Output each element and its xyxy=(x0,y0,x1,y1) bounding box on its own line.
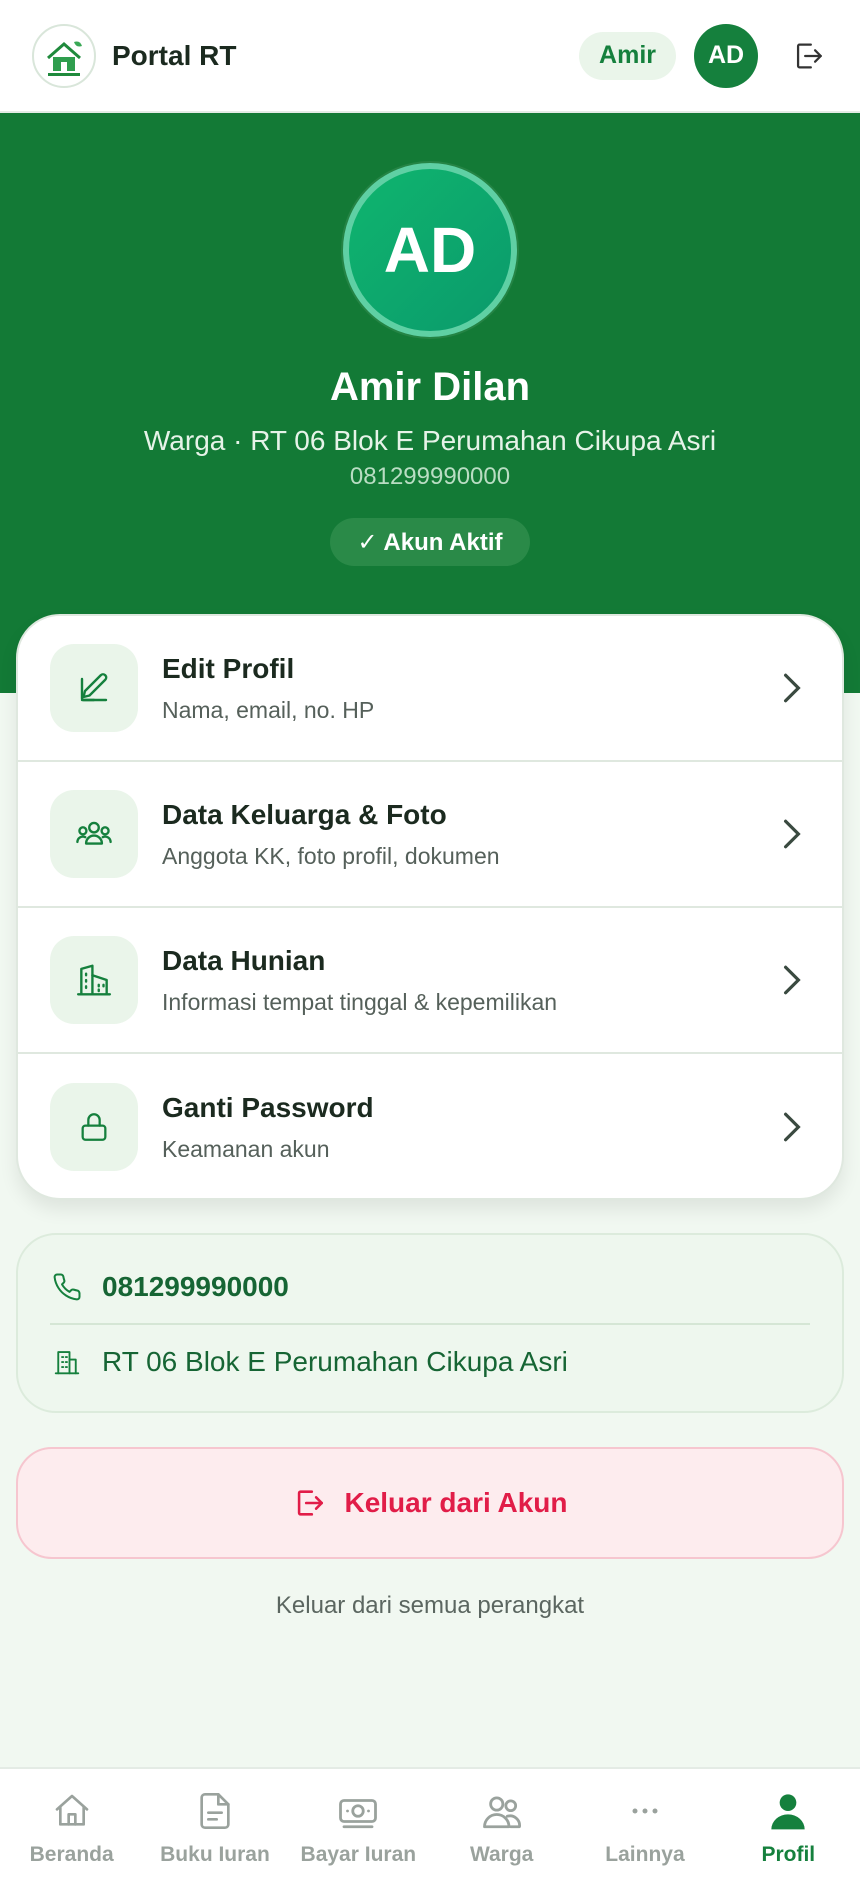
top-bar: Portal RT Amir AD xyxy=(0,0,860,113)
building-icon xyxy=(76,964,112,996)
chevron-right-icon xyxy=(784,673,801,703)
nav-label: Beranda xyxy=(29,1843,114,1866)
menu-title: Data Keluarga & Foto xyxy=(162,798,447,830)
money-icon xyxy=(339,1799,378,1829)
menu-item-family-data[interactable]: Data Keluarga & Foto Anggota KK, foto pr… xyxy=(18,762,842,908)
profile-name: Amir Dilan xyxy=(329,365,531,409)
header-avatar[interactable]: AD xyxy=(694,23,758,88)
nav-item-lainnya[interactable]: Lainnya xyxy=(573,1769,716,1880)
menu-item-edit-profile[interactable]: Edit Profil Nama, email, no. HP xyxy=(18,616,842,762)
nav-item-beranda[interactable]: Beranda xyxy=(0,1769,143,1880)
document-icon xyxy=(200,1793,230,1829)
nav-label: Lainnya xyxy=(605,1843,685,1866)
menu-description: Anggota KK, foto profil, dokumen xyxy=(162,842,500,869)
logout-label: Keluar dari Akun xyxy=(344,1487,568,1518)
chevron-right-icon xyxy=(784,819,801,849)
menu-item-change-password[interactable]: Ganti Password Keamanan akun xyxy=(18,1054,842,1198)
logo-house-icon xyxy=(38,29,90,82)
family-icon xyxy=(76,821,112,845)
app-title: Portal RT xyxy=(112,39,237,71)
user-icon xyxy=(771,1794,805,1830)
nav-item-profil[interactable]: Profil xyxy=(717,1769,860,1880)
contact-phone-row: 081299990000 xyxy=(50,1251,810,1325)
nav-item-buku-iuran[interactable]: Buku Iuran xyxy=(143,1769,286,1880)
logout-button[interactable]: Keluar dari Akun xyxy=(16,1447,844,1559)
app-logo[interactable] xyxy=(32,23,96,88)
menu-description: Keamanan akun xyxy=(162,1135,330,1162)
phone-icon xyxy=(53,1273,81,1301)
user-name-chip[interactable]: Amir xyxy=(579,31,676,80)
logout-icon xyxy=(298,1490,324,1516)
home-icon xyxy=(55,1794,88,1826)
profile-hero: AD Amir Dilan Warga · RT 06 Blok E Perum… xyxy=(0,113,860,693)
profile-phone: 081299990000 xyxy=(349,463,511,490)
nav-label: Buku Iuran xyxy=(160,1843,270,1866)
logout-icon xyxy=(796,43,822,68)
nav-item-bayar-iuran[interactable]: Bayar Iuran xyxy=(287,1769,430,1880)
menu-description: Nama, email, no. HP xyxy=(162,696,375,723)
more-icon xyxy=(632,1808,658,1814)
header-logout-button[interactable] xyxy=(788,36,828,76)
chevron-right-icon xyxy=(784,1112,801,1142)
account-status-badge: ✓ Akun Aktif xyxy=(330,518,530,566)
profile-subtitle: Warga · RT 06 Blok E Perumahan Cikupa As… xyxy=(143,425,717,456)
edit-icon xyxy=(80,673,108,702)
nav-label: Bayar Iuran xyxy=(300,1843,417,1866)
menu-description: Informasi tempat tinggal & kepemilikan xyxy=(162,988,558,1015)
menu-title: Data Hunian xyxy=(162,944,326,976)
lock-icon xyxy=(81,1113,107,1141)
building-icon xyxy=(54,1351,80,1375)
people-icon xyxy=(482,1796,521,1829)
nav-label: Warga xyxy=(469,1843,534,1866)
nav-label: Profil xyxy=(761,1843,816,1866)
profile-avatar[interactable]: AD xyxy=(343,163,517,337)
menu-title: Ganti Password xyxy=(162,1091,374,1123)
menu-item-housing-data[interactable]: Data Hunian Informasi tempat tinggal & k… xyxy=(18,908,842,1054)
bottom-navigation: Beranda Buku Iuran Bayar Iuran Warga Lai… xyxy=(0,1767,860,1880)
contact-phone: 081299990000 xyxy=(102,1271,289,1302)
chevron-right-icon xyxy=(784,965,801,995)
profile-menu-card: Edit Profil Nama, email, no. HP Data Kel… xyxy=(16,614,844,1200)
logout-all-devices-link[interactable]: Keluar dari semua perangkat xyxy=(0,1592,860,1620)
contact-info-card: 081299990000 RT 06 Blok E Perumahan Ciku… xyxy=(16,1233,844,1413)
contact-address: RT 06 Blok E Perumahan Cikupa Asri xyxy=(102,1346,568,1377)
contact-address-row: RT 06 Blok E Perumahan Cikupa Asri xyxy=(50,1325,810,1399)
nav-item-warga[interactable]: Warga xyxy=(430,1769,573,1880)
menu-title: Edit Profil xyxy=(162,652,295,684)
